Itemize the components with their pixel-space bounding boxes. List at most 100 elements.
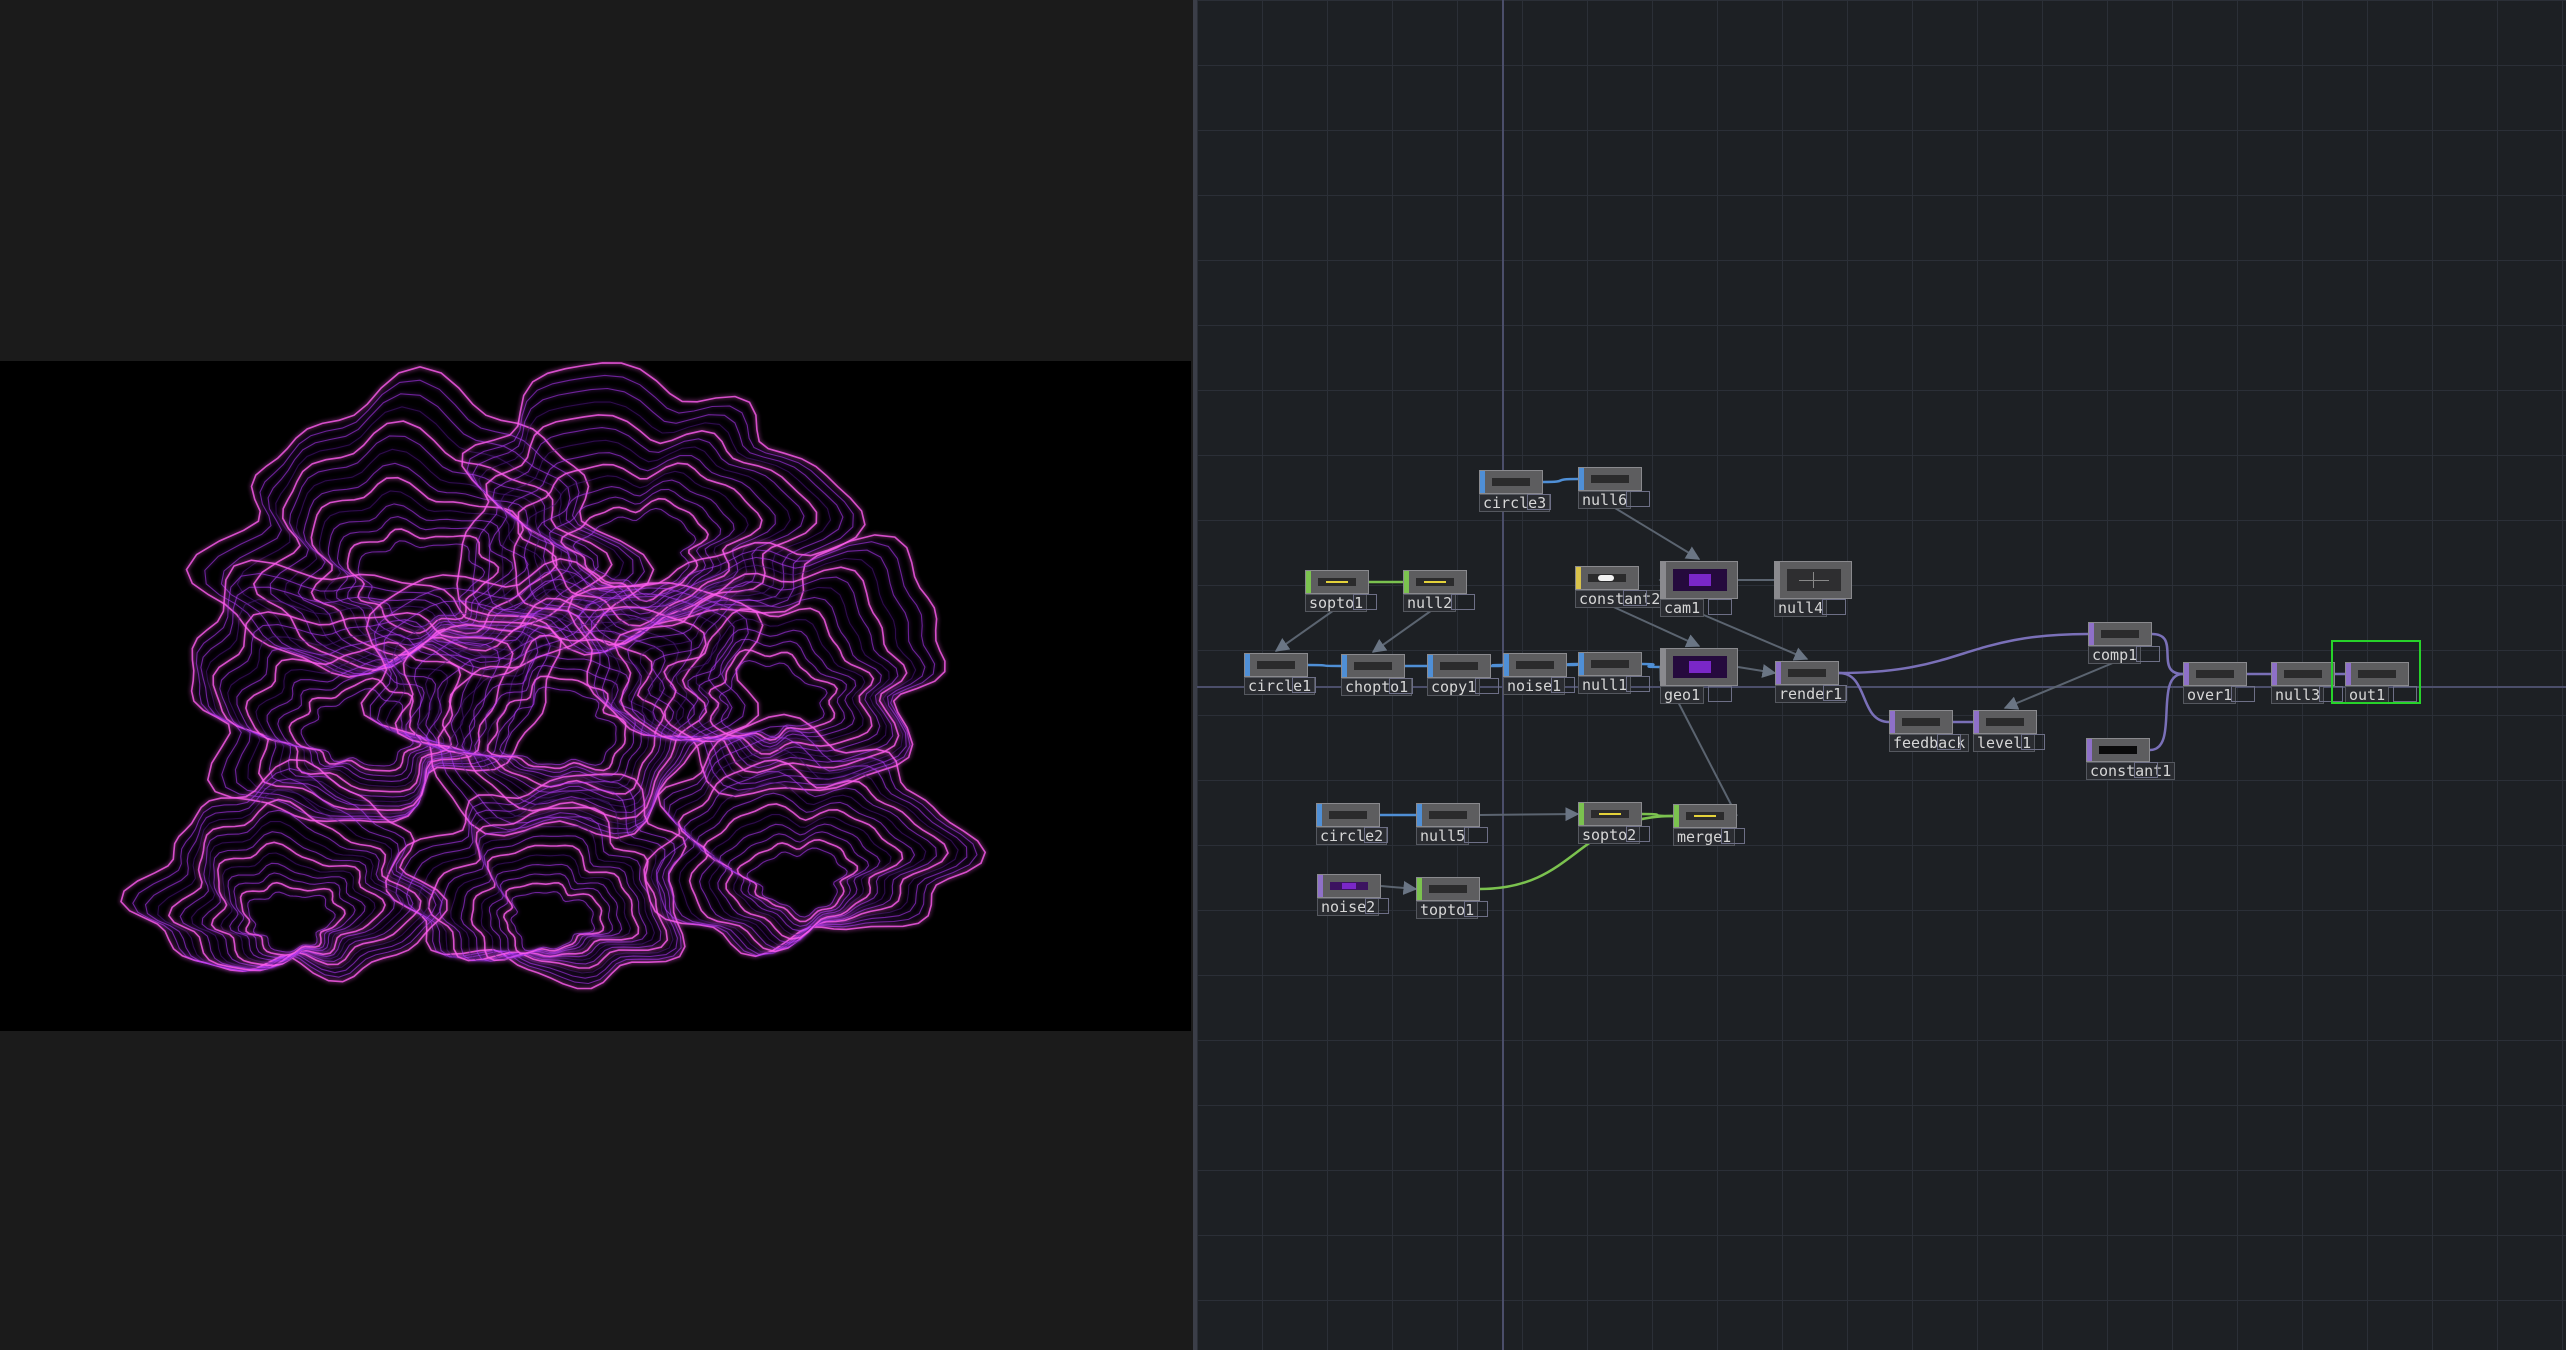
wire-sopto1-to-circle1[interactable] [1274, 607, 1338, 652]
node-body[interactable] [1660, 561, 1738, 599]
node-null6[interactable]: null6 [1578, 467, 1650, 509]
node-label[interactable]: cam1 [1660, 599, 1705, 617]
node-flags[interactable] [1623, 590, 1647, 606]
wire-noise1-to-null1[interactable] [1566, 662, 1579, 667]
node-body[interactable] [2271, 662, 2335, 686]
node-label[interactable]: over1 [2183, 686, 2237, 704]
node-label[interactable]: constant1 [2086, 762, 2176, 780]
node-constant2[interactable]: constant2 [1575, 566, 1665, 608]
node-flags[interactable] [1292, 677, 1316, 693]
node-flags[interactable] [1389, 678, 1413, 694]
node-body[interactable] [1578, 652, 1642, 676]
node-body[interactable] [1673, 804, 1737, 828]
node-flags[interactable] [1527, 494, 1551, 510]
node-flags[interactable] [1721, 828, 1745, 844]
node-flags[interactable] [1551, 677, 1575, 693]
node-body[interactable] [1503, 653, 1567, 677]
node-noise1[interactable]: noise1 [1503, 653, 1575, 695]
node-flags[interactable] [1464, 827, 1488, 843]
node-flags[interactable] [1822, 599, 1846, 615]
node-body[interactable] [2088, 622, 2152, 646]
node-label[interactable]: copy1 [1427, 678, 1481, 696]
wire-geo1-to-render1[interactable] [1737, 664, 1777, 678]
node-flags[interactable] [2134, 762, 2158, 778]
wire-null2-to-chopto1[interactable] [1371, 607, 1436, 653]
node-label[interactable]: null2 [1403, 594, 1457, 612]
node-flags[interactable] [1365, 898, 1389, 914]
node-label[interactable]: null6 [1578, 491, 1632, 509]
node-body[interactable] [1889, 710, 1953, 734]
node-constant1[interactable]: constant1 [2086, 738, 2176, 780]
node-body[interactable] [1316, 803, 1380, 827]
node-body[interactable] [1575, 566, 1639, 590]
node-label[interactable]: comp1 [2088, 646, 2142, 664]
node-flags[interactable] [1823, 685, 1847, 701]
node-body[interactable] [1578, 467, 1642, 491]
node-null1[interactable]: null1 [1578, 652, 1650, 694]
node-null3[interactable]: null3 [2271, 662, 2343, 704]
node-topto1[interactable]: topto1 [1416, 877, 1488, 919]
node-body[interactable] [1341, 654, 1405, 678]
node-out1[interactable]: out1 [2331, 640, 2421, 704]
wire-null6-to-cam1[interactable] [1609, 504, 1701, 560]
node-flags[interactable] [2231, 686, 2255, 702]
node-render1[interactable]: render1 [1775, 661, 1847, 703]
node-flags[interactable] [1626, 676, 1650, 692]
node-label[interactable]: constant2 [1575, 590, 1665, 608]
node-label[interactable]: null4 [1774, 599, 1828, 617]
node-label[interactable]: null3 [2271, 686, 2325, 704]
node-body[interactable] [1660, 648, 1738, 686]
node-copy1[interactable]: copy1 [1427, 654, 1499, 696]
node-body[interactable] [1244, 653, 1308, 677]
node-circle2[interactable]: circle2 [1316, 803, 1388, 845]
node-level1[interactable]: level1 [1973, 710, 2045, 752]
node-body[interactable] [1403, 570, 1467, 594]
node-flags[interactable] [1626, 491, 1650, 507]
node-flags[interactable] [1626, 826, 1650, 842]
node-body[interactable] [1479, 470, 1543, 494]
wire-copy1-to-noise1[interactable] [1490, 663, 1504, 668]
node-null2[interactable]: null2 [1403, 570, 1475, 612]
node-label[interactable]: geo1 [1660, 686, 1705, 704]
wire-circle1-to-chopto1[interactable] [1307, 663, 1342, 668]
node-label[interactable]: null1 [1578, 676, 1632, 694]
wire-noise2-to-topto1[interactable] [1380, 880, 1418, 895]
node-flags[interactable] [1364, 827, 1388, 843]
node-body[interactable] [1775, 661, 1839, 685]
node-flags[interactable] [1353, 594, 1377, 610]
node-comp1[interactable]: comp1 [2088, 622, 2160, 664]
node-flags[interactable] [2021, 734, 2045, 750]
wire-render1-to-comp1[interactable] [1838, 632, 2089, 675]
node-noise2[interactable]: noise2 [1317, 874, 1389, 916]
node-merge1[interactable]: merge1 [1673, 804, 1745, 846]
node-label[interactable]: null5 [1416, 827, 1470, 845]
node-body[interactable] [1305, 570, 1369, 594]
node-flags[interactable] [1475, 678, 1499, 694]
wire-circle3-to-null6[interactable] [1542, 477, 1579, 484]
node-chopto1[interactable]: chopto1 [1341, 654, 1413, 696]
node-body[interactable] [2086, 738, 2150, 762]
wire-null5-to-sopto2[interactable] [1479, 807, 1580, 822]
node-flags[interactable] [1464, 901, 1488, 917]
node-null4[interactable]: null4 [1774, 561, 1852, 617]
node-body[interactable] [1973, 710, 2037, 734]
node-cam1[interactable]: cam1 [1660, 561, 1738, 617]
node-feedback[interactable]: feedback [1889, 710, 1970, 752]
network-editor[interactable]: circle3 null6 sopto1 null2 constant2 cam1 null… [1197, 0, 2566, 1350]
node-circle1[interactable]: circle1 [1244, 653, 1316, 695]
node-body[interactable] [1416, 803, 1480, 827]
node-body[interactable] [2183, 662, 2247, 686]
node-geo1[interactable]: geo1 [1660, 648, 1738, 704]
node-flags[interactable] [1708, 599, 1732, 615]
node-circle3[interactable]: circle3 [1479, 470, 1551, 512]
node-sopto2[interactable]: sopto2 [1578, 802, 1650, 844]
node-null5[interactable]: null5 [1416, 803, 1488, 845]
wire-constant1-to-over1[interactable] [2149, 672, 2184, 752]
node-body[interactable] [1774, 561, 1852, 599]
node-flags[interactable] [1937, 734, 1961, 750]
wire-comp1-to-level1[interactable] [2003, 659, 2121, 710]
node-sopto1[interactable]: sopto1 [1305, 570, 1377, 612]
node-over1[interactable]: over1 [2183, 662, 2255, 704]
node-body[interactable] [1578, 802, 1642, 826]
node-flags[interactable] [1708, 686, 1732, 702]
